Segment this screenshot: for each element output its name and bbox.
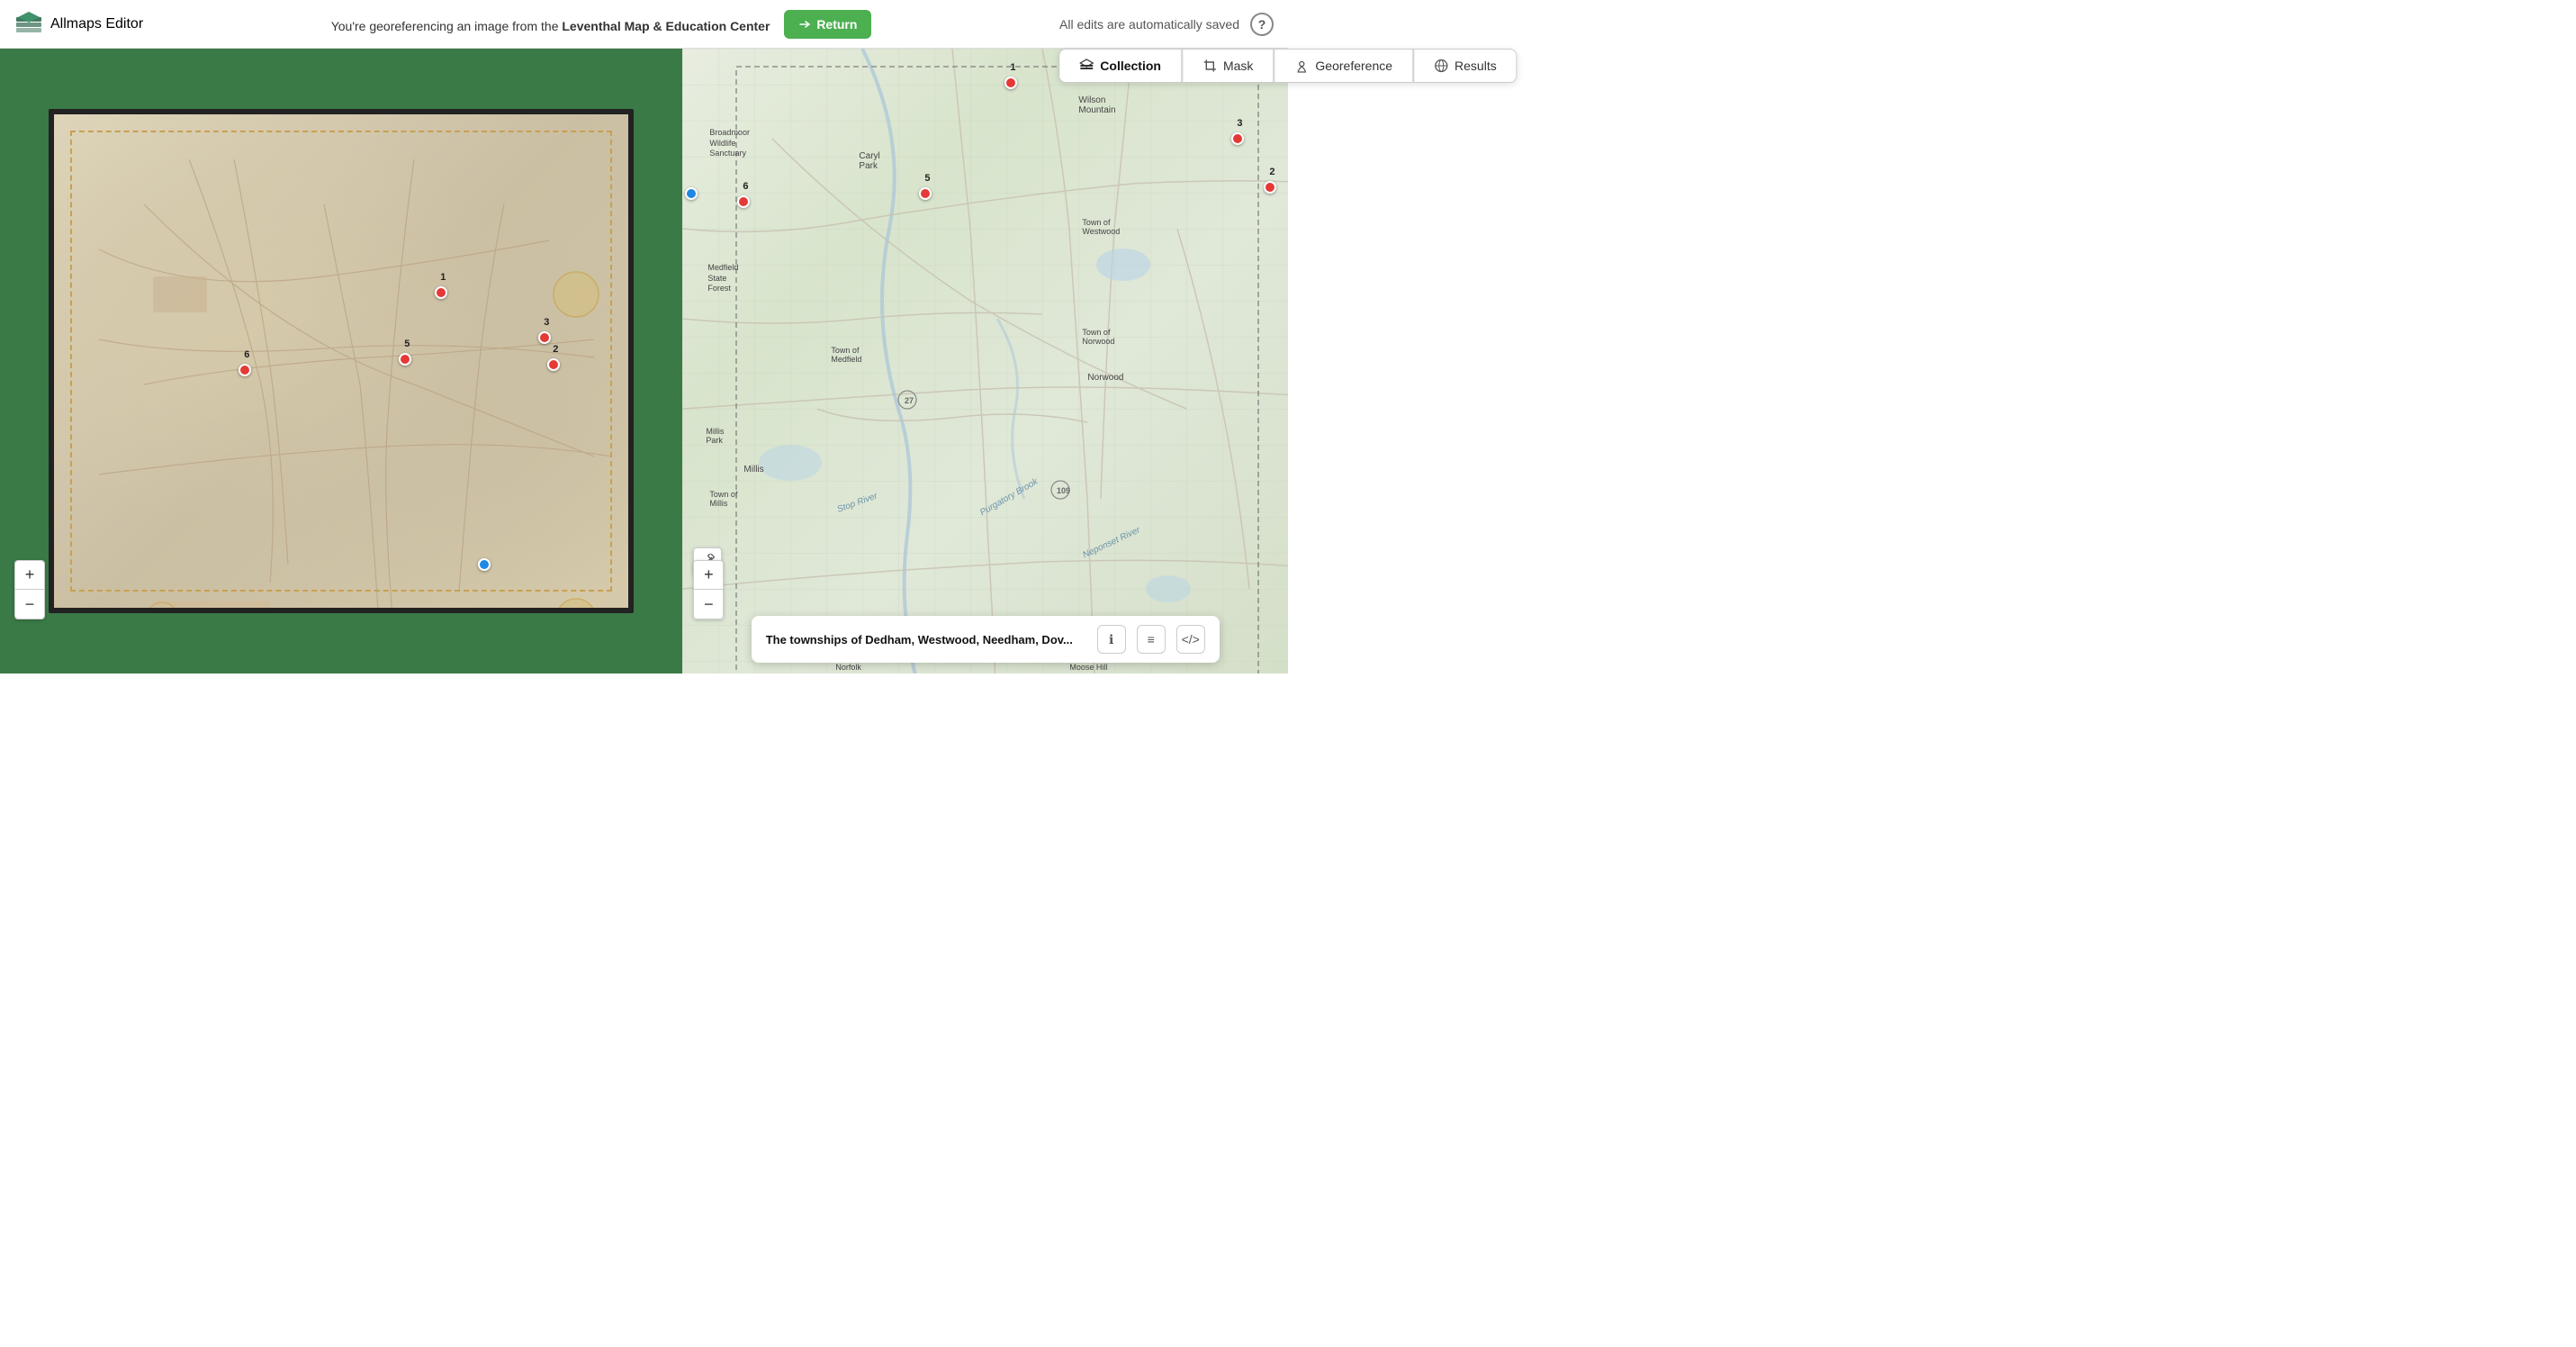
list-button[interactable]: ≡ xyxy=(1137,625,1166,654)
zoom-in-button-left[interactable]: + xyxy=(15,561,44,590)
logo-icon xyxy=(14,10,43,39)
cp-label-2-right: 2 xyxy=(1269,167,1274,177)
label-broadmoor: BroadmoorWildlifeSanctuary xyxy=(709,128,750,159)
bottom-info-bar: The townships of Dedham, Westwood, Needh… xyxy=(752,616,1220,663)
tab-results[interactable]: Results xyxy=(1413,50,1517,82)
main-area: 1 2 3 4 5 6 xyxy=(0,49,1288,674)
label-medfield-forest: MedfieldStateForest xyxy=(707,263,738,294)
tab-collection[interactable]: Collection xyxy=(1059,50,1182,82)
control-point-5-right[interactable]: 5 xyxy=(919,187,932,200)
cp-label-3-right: 3 xyxy=(1237,118,1242,129)
cp-label-5-left: 5 xyxy=(404,339,410,349)
zoom-out-button-left[interactable]: − xyxy=(15,590,44,619)
control-point-1-right[interactable]: 1 xyxy=(1004,77,1017,89)
cp-label-1-left: 1 xyxy=(440,272,446,283)
layers-icon xyxy=(1079,59,1094,73)
svg-text:Neponset River: Neponset River xyxy=(1082,525,1143,560)
svg-text:Purgatory Brook: Purgatory Brook xyxy=(978,476,1040,518)
tab-georeference[interactable]: Georeference xyxy=(1274,50,1413,82)
cp-label-5-right: 5 xyxy=(924,173,930,184)
logo-area: Allmaps Editor xyxy=(14,10,143,39)
control-point-6-right[interactable]: 6 xyxy=(737,195,750,208)
control-point-blue-left[interactable] xyxy=(478,558,491,571)
left-zoom-controls: + − xyxy=(14,560,45,619)
label-caryl: CarylPark xyxy=(859,151,879,171)
return-button[interactable]: Return xyxy=(784,10,871,39)
cp-label-1-right: 1 xyxy=(1010,62,1015,73)
pin-icon xyxy=(1294,59,1309,73)
control-point-1-left[interactable]: 1 xyxy=(435,286,447,299)
control-point-blue-right[interactable] xyxy=(685,187,698,200)
label-medfield-town: Town ofMedfield xyxy=(831,346,861,364)
map-topo-svg: Purgatory Brook Stop River Neponset Rive… xyxy=(682,49,1288,674)
cp-label-6-right: 6 xyxy=(743,181,748,192)
globe-icon xyxy=(1434,59,1448,73)
zoom-out-button-right[interactable]: − xyxy=(694,590,723,619)
cp-label-2-left: 2 xyxy=(553,344,558,355)
label-westwood: Town ofWestwood xyxy=(1082,218,1120,236)
institution-name: Leventhal Map & Education Center xyxy=(562,19,770,33)
tabs-bar: Collection Mask Georeference Results xyxy=(1058,49,1517,83)
control-point-6-left[interactable]: 6 xyxy=(239,364,251,376)
app-name: Allmaps Editor xyxy=(50,16,143,32)
help-button[interactable]: ? xyxy=(1250,13,1274,36)
code-button[interactable]: </> xyxy=(1176,625,1205,654)
header-right: All edits are automatically saved ? xyxy=(1059,13,1274,36)
control-point-2-right[interactable]: 2 xyxy=(1264,181,1276,194)
left-panel-image: 1 2 3 4 5 6 xyxy=(0,49,682,674)
cp-label-3-left: 3 xyxy=(544,317,549,328)
map-image-container: 1 2 3 4 5 6 xyxy=(49,109,634,613)
label-norwood: Norwood xyxy=(1087,373,1123,383)
map-title-label: The townships of Dedham, Westwood, Needh… xyxy=(766,633,1086,646)
control-point-2-left[interactable]: 2 xyxy=(547,358,560,371)
label-wilson: WilsonMountain xyxy=(1078,95,1115,115)
svg-text:27: 27 xyxy=(905,396,914,405)
cp-label-6-left: 6 xyxy=(244,349,249,360)
label-millis-town: Town ofMillis xyxy=(709,490,737,508)
control-point-3-right[interactable]: 3 xyxy=(1231,132,1244,145)
map-inner-border xyxy=(70,131,612,592)
label-millis-park: MillisPark xyxy=(706,427,724,445)
info-button[interactable]: ℹ xyxy=(1097,625,1126,654)
header: Allmaps Editor You're georeferencing an … xyxy=(0,0,1288,49)
control-point-3-left[interactable]: 3 xyxy=(538,331,551,344)
autosave-label: All edits are automatically saved xyxy=(1059,17,1239,32)
zoom-in-button-right[interactable]: + xyxy=(694,561,723,590)
header-notice: You're georeferencing an image from the … xyxy=(143,10,1059,39)
map-canvas[interactable]: Purgatory Brook Stop River Neponset Rive… xyxy=(682,49,1288,674)
label-moose-hill: Moose Hill xyxy=(1069,663,1107,672)
tab-mask[interactable]: Mask xyxy=(1182,50,1274,82)
right-panel-map[interactable]: Purgatory Brook Stop River Neponset Rive… xyxy=(682,49,1288,674)
crop-icon xyxy=(1202,59,1217,73)
control-point-5-left[interactable]: 5 xyxy=(399,353,411,366)
label-millis: Millis xyxy=(743,465,763,475)
map-image-frame[interactable]: 1 2 3 4 5 6 xyxy=(49,109,634,613)
right-zoom-controls: + − xyxy=(693,560,724,619)
svg-text:Stop River: Stop River xyxy=(836,491,879,515)
label-norwood-town: Town ofNorwood xyxy=(1082,328,1114,346)
return-icon xyxy=(798,18,811,31)
svg-text:109: 109 xyxy=(1057,486,1070,495)
